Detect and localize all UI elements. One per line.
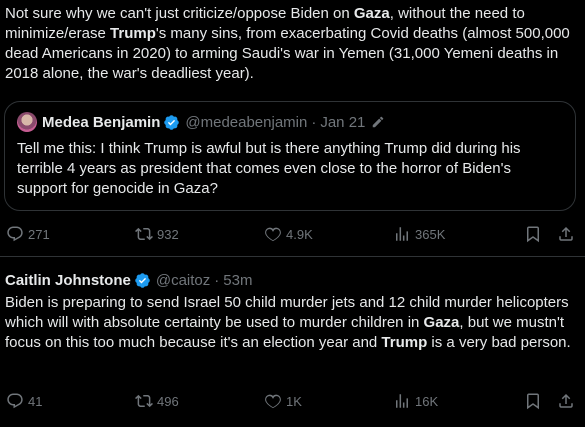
tweet-text: Not sure why we can't just criticize/opp…: [5, 4, 580, 84]
reply-button[interactable]: 41: [6, 389, 42, 413]
views-count: 16K: [415, 393, 439, 409]
bold-keyword: Trump: [381, 334, 428, 351]
reply-icon: [7, 393, 23, 409]
text-segment: Not sure why we can't just criticize/opp…: [5, 5, 354, 22]
share-icon: [559, 226, 573, 241]
heart-icon: [265, 227, 281, 242]
quoted-author-handle[interactable]: @medeabenjamin: [185, 114, 307, 131]
like-count: 4.9K: [286, 226, 313, 242]
tweet-actions: 271 932 4.9K 365K: [0, 222, 585, 246]
reply-button[interactable]: 271: [6, 222, 50, 246]
tweet-actions: 41 496 1K 16K: [0, 389, 585, 413]
views-button[interactable]: 365K: [393, 222, 445, 246]
views-count: 365K: [415, 226, 446, 242]
repost-count: 496: [157, 393, 179, 409]
repost-button[interactable]: 932: [135, 222, 179, 246]
heart-icon: [265, 394, 281, 409]
repost-count: 932: [157, 226, 179, 242]
tweet-header: Caitlin Johnstone @caitoz · 53m: [5, 270, 252, 290]
tweet-timestamp[interactable]: 53m: [223, 272, 252, 289]
bold-keyword: Trump: [110, 25, 156, 42]
bookmark-button[interactable]: [524, 222, 546, 246]
quoted-author-name[interactable]: Medea Benjamin: [42, 114, 160, 131]
verified-badge-icon: [164, 114, 180, 130]
author-handle[interactable]: @caitoz: [156, 272, 210, 289]
tweet-divider: [0, 256, 585, 257]
reply-count: 271: [28, 226, 50, 242]
like-count: 1K: [286, 393, 302, 409]
separator-dot: ·: [311, 113, 317, 131]
verified-badge-icon: [135, 272, 150, 288]
quoted-tweet-text: Tell me this: I think Trump is awful but…: [17, 140, 521, 197]
author-name[interactable]: Caitlin Johnstone: [5, 272, 131, 289]
repost-icon: [135, 394, 153, 408]
bold-keyword: Gaza: [423, 314, 460, 331]
views-button[interactable]: 16K: [393, 389, 438, 413]
avatar[interactable]: [17, 112, 37, 132]
tweet-text: Biden is preparing to send Israel 50 chi…: [5, 293, 580, 353]
bookmark-icon: [527, 226, 539, 243]
like-button[interactable]: 1K: [264, 389, 302, 413]
share-button[interactable]: [557, 389, 579, 413]
bookmark-button[interactable]: [524, 389, 546, 413]
views-chart-icon: [396, 394, 408, 408]
edited-pencil-icon[interactable]: [371, 115, 385, 129]
quoted-tweet-header: Medea Benjamin @medeabenjamin · Jan 21: [17, 112, 385, 132]
bold-keyword: Gaza: [353, 5, 390, 22]
separator-dot: ·: [214, 271, 220, 289]
reply-icon: [7, 226, 23, 242]
views-chart-icon: [396, 227, 408, 241]
bookmark-icon: [527, 393, 539, 410]
like-button[interactable]: 4.9K: [264, 222, 313, 246]
text-segment: is a very bad person.: [427, 334, 571, 351]
repost-icon: [135, 227, 153, 241]
share-icon: [559, 393, 573, 408]
reply-count: 41: [28, 393, 43, 409]
quoted-tweet[interactable]: Medea Benjamin @medeabenjamin · Jan 21 T…: [4, 101, 576, 211]
repost-button[interactable]: 496: [135, 389, 179, 413]
quoted-tweet-date[interactable]: Jan 21: [320, 114, 365, 131]
share-button[interactable]: [557, 222, 579, 246]
